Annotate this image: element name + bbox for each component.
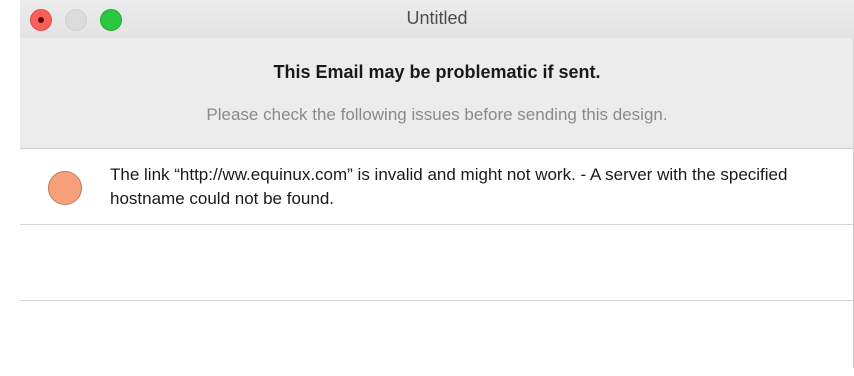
window-title: Untitled <box>406 8 468 28</box>
issues-heading: This Email may be problematic if sent. <box>273 62 601 82</box>
empty-row <box>20 225 854 301</box>
issues-subheading: Please check the following issues before… <box>206 105 668 124</box>
empty-row <box>20 301 854 376</box>
issue-list[interactable]: The link “http://ww.equinux.com” is inva… <box>20 148 854 376</box>
issue-text: The link “http://ww.equinux.com” is inva… <box>110 165 788 208</box>
window: Untitled This Email may be problematic i… <box>20 0 854 368</box>
warning-dot-icon <box>48 171 82 205</box>
title-bar[interactable]: Untitled <box>20 0 854 38</box>
issues-header: This Email may be problematic if sent. P… <box>20 38 854 148</box>
issue-row[interactable]: The link “http://ww.equinux.com” is inva… <box>20 149 854 225</box>
